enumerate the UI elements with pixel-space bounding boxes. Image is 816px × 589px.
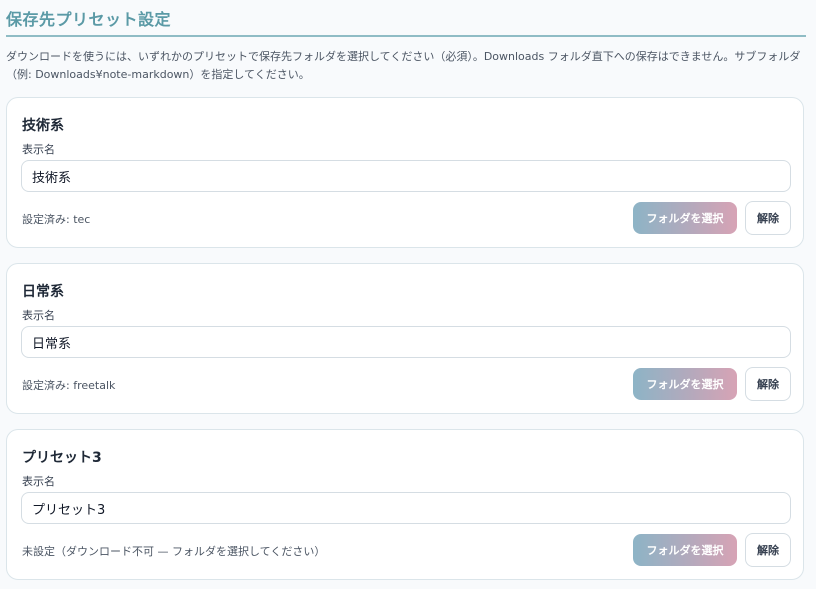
preset-heading: 技術系 <box>22 118 64 134</box>
preset-card-1: 技術系 表示名 設定済み: tec フォルダを選択 解除 <box>6 97 804 248</box>
display-name-input[interactable] <box>21 492 791 524</box>
display-name-label: 表示名 <box>22 475 55 488</box>
section-description: ダウンロードを使うには、いずれかのプリセットで保存先フォルダを選択してください（… <box>6 50 801 81</box>
clear-button[interactable]: 解除 <box>745 201 791 235</box>
display-name-label: 表示名 <box>22 143 55 156</box>
select-folder-button[interactable]: フォルダを選択 <box>633 202 737 234</box>
folder-status: 設定済み: freetalk <box>22 379 116 392</box>
display-name-input[interactable] <box>21 326 791 358</box>
clear-button[interactable]: 解除 <box>745 533 791 567</box>
select-folder-button[interactable]: フォルダを選択 <box>633 534 737 566</box>
folder-status: 未設定（ダウンロード不可 — フォルダを選択してください） <box>22 545 326 558</box>
folder-status: 設定済み: tec <box>22 213 91 226</box>
section-title: 保存先プリセット設定 <box>6 10 172 29</box>
preset-heading: プリセット3 <box>22 450 102 466</box>
preset-heading: 日常系 <box>22 284 64 300</box>
preset-card-2: 日常系 表示名 設定済み: freetalk フォルダを選択 解除 <box>6 263 804 414</box>
preset-card-3: プリセット3 表示名 未設定（ダウンロード不可 — フォルダを選択してください）… <box>6 429 804 580</box>
display-name-input[interactable] <box>21 160 791 192</box>
select-folder-button[interactable]: フォルダを選択 <box>633 368 737 400</box>
title-divider <box>6 35 806 37</box>
clear-button[interactable]: 解除 <box>745 367 791 401</box>
display-name-label: 表示名 <box>22 309 55 322</box>
